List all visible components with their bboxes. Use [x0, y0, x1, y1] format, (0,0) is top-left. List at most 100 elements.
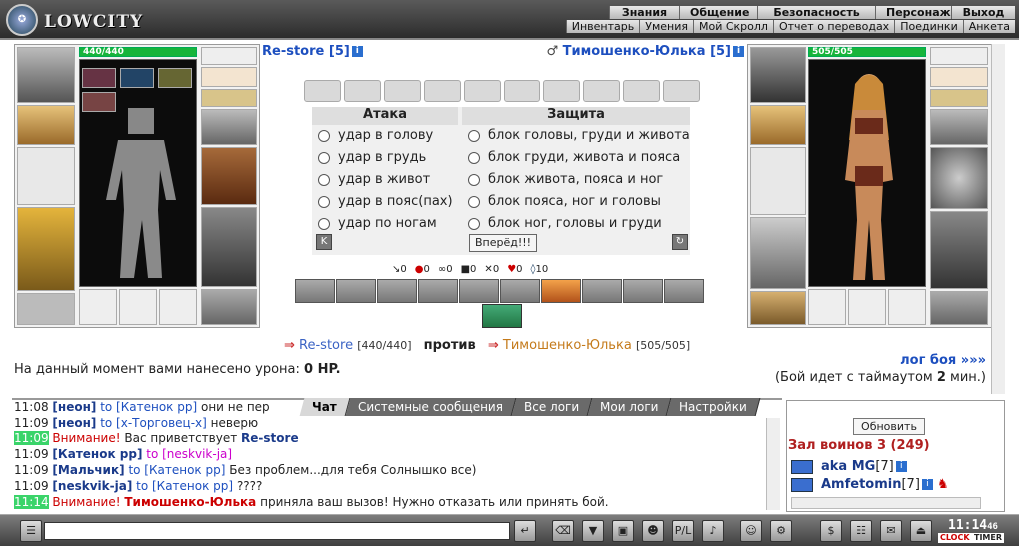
- tab-settings[interactable]: Настройки: [666, 398, 761, 416]
- menu-duels[interactable]: Поединки: [894, 20, 963, 33]
- scroll-slot[interactable]: [623, 80, 661, 102]
- skill-icon[interactable]: [336, 279, 376, 303]
- helmet-slot[interactable]: [17, 47, 75, 103]
- menu-my-scroll[interactable]: Мой Скролл: [692, 20, 773, 33]
- radio-button[interactable]: [318, 195, 330, 208]
- rune-slot[interactable]: [82, 68, 116, 88]
- weapon-slot[interactable]: [750, 147, 806, 215]
- menu-security[interactable]: Безопасность: [757, 6, 875, 19]
- scroll-slot[interactable]: [343, 80, 381, 102]
- armor-slot[interactable]: [17, 207, 75, 291]
- scroll-slot[interactable]: [543, 80, 581, 102]
- go-button[interactable]: Вперёд!!!: [469, 234, 537, 252]
- exit-icon[interactable]: ⏏: [910, 520, 932, 542]
- boots-slot[interactable]: [201, 289, 257, 325]
- ring-slot[interactable]: [888, 289, 926, 325]
- earrings-slot[interactable]: [201, 47, 257, 65]
- player2-name[interactable]: Тимошенко-Юлька: [503, 338, 632, 353]
- helmet-slot[interactable]: [750, 47, 806, 103]
- belt-slot[interactable]: [750, 291, 806, 325]
- defense-option-2[interactable]: блок груди, живота и пояса: [468, 150, 680, 165]
- bracers-slot[interactable]: [750, 105, 806, 145]
- clock-label[interactable]: CLOCK: [938, 533, 972, 543]
- battle-log-link[interactable]: лог боя »»»: [900, 353, 986, 368]
- menu-communication[interactable]: Общение: [679, 6, 757, 19]
- timer-label[interactable]: TIMER: [972, 533, 1005, 543]
- left-fighter-name[interactable]: Re-store [5] i: [262, 44, 363, 59]
- skill-icon[interactable]: [459, 279, 499, 303]
- tab-all-logs[interactable]: Все логи: [511, 398, 593, 416]
- skill-icon[interactable]: [623, 279, 663, 303]
- scroll-slot[interactable]: [423, 80, 461, 102]
- chat-scrollbar[interactable]: [766, 418, 780, 510]
- ring-slot[interactable]: [79, 289, 117, 325]
- skill-icon[interactable]: [500, 279, 540, 303]
- attack-chest-option[interactable]: удар в грудь: [318, 150, 426, 165]
- radio-button[interactable]: [318, 151, 330, 164]
- ring-slot[interactable]: [808, 289, 846, 325]
- radio-button[interactable]: [318, 129, 330, 142]
- player1-name[interactable]: Re-store: [299, 338, 353, 353]
- menu-character[interactable]: Персонаж: [875, 6, 951, 19]
- tab-my-logs[interactable]: Мои логи: [587, 398, 672, 416]
- earrings-slot[interactable]: [930, 47, 988, 65]
- heal-skill-icon[interactable]: [541, 279, 581, 303]
- ring-slot[interactable]: [119, 289, 157, 325]
- bag-icon[interactable]: ✉: [880, 520, 902, 542]
- shield-slot[interactable]: [201, 147, 257, 205]
- rune-slot[interactable]: [120, 68, 154, 88]
- info-icon[interactable]: i: [351, 46, 363, 57]
- scroll-slot[interactable]: [463, 80, 501, 102]
- options-icon[interactable]: ⚙: [770, 520, 792, 542]
- menu-knowledge[interactable]: Знания: [609, 6, 679, 19]
- tab-chat[interactable]: Чат: [299, 398, 351, 416]
- defense-option-1[interactable]: блок головы, груди и живота: [468, 128, 690, 143]
- filter-icon[interactable]: ▼: [582, 520, 604, 542]
- rings-slot[interactable]: [201, 89, 257, 107]
- attack-stomach-option[interactable]: удар в живот: [318, 172, 430, 187]
- chat-input[interactable]: [44, 522, 510, 540]
- boots-slot[interactable]: [930, 291, 988, 325]
- menu-skills[interactable]: Умения: [639, 20, 693, 33]
- rune-slot[interactable]: [158, 68, 192, 88]
- ring-slot[interactable]: [159, 289, 197, 325]
- leggings-slot[interactable]: [201, 207, 257, 287]
- armor-slot[interactable]: [750, 217, 806, 289]
- radio-button[interactable]: [318, 173, 330, 186]
- scroll-slot[interactable]: [383, 80, 421, 102]
- sound-icon[interactable]: ♪: [702, 520, 724, 542]
- money-icon[interactable]: $: [820, 520, 842, 542]
- menu-transfers-report[interactable]: Отчет о переводах: [772, 20, 895, 33]
- skill-icon[interactable]: [377, 279, 417, 303]
- horizontal-scrollbar[interactable]: [791, 497, 981, 509]
- menu-inventory[interactable]: Инвентарь: [565, 20, 640, 33]
- belt-slot[interactable]: [17, 293, 75, 325]
- rings-slot[interactable]: [930, 89, 988, 107]
- send-icon[interactable]: ↵: [514, 520, 536, 542]
- gloves-slot[interactable]: [930, 109, 988, 145]
- smiley-icon[interactable]: ☺: [740, 520, 762, 542]
- radio-button[interactable]: [468, 173, 480, 186]
- attack-belt-option[interactable]: удар в пояс(пах): [318, 194, 453, 209]
- attack-head-option[interactable]: удар в голову: [318, 128, 433, 143]
- radio-button[interactable]: [468, 217, 480, 230]
- players-icon[interactable]: ☷: [850, 520, 872, 542]
- scroll-slot[interactable]: [503, 80, 541, 102]
- leggings-slot[interactable]: [930, 211, 988, 289]
- pl-icon[interactable]: P/L: [672, 520, 694, 542]
- scroll-slot[interactable]: [663, 80, 701, 102]
- dance-icon[interactable]: ☻: [642, 520, 664, 542]
- clear-icon[interactable]: ⌫: [552, 520, 574, 542]
- right-fighter-name[interactable]: ♂ Тимошенко-Юлька [5] i: [546, 44, 744, 59]
- attack-legs-option[interactable]: удар по ногам: [318, 216, 437, 231]
- skill-icon[interactable]: [482, 304, 522, 328]
- scroll-slot[interactable]: [583, 80, 621, 102]
- skill-icon[interactable]: [295, 279, 335, 303]
- info-icon[interactable]: i: [921, 479, 933, 490]
- warrior-item[interactable]: aka MG[7] i: [791, 459, 907, 474]
- radio-button[interactable]: [468, 195, 480, 208]
- right-character-portrait[interactable]: [808, 59, 926, 287]
- radio-button[interactable]: [468, 129, 480, 142]
- clear-choice-icon[interactable]: K: [316, 234, 332, 250]
- shield-slot[interactable]: [930, 147, 988, 209]
